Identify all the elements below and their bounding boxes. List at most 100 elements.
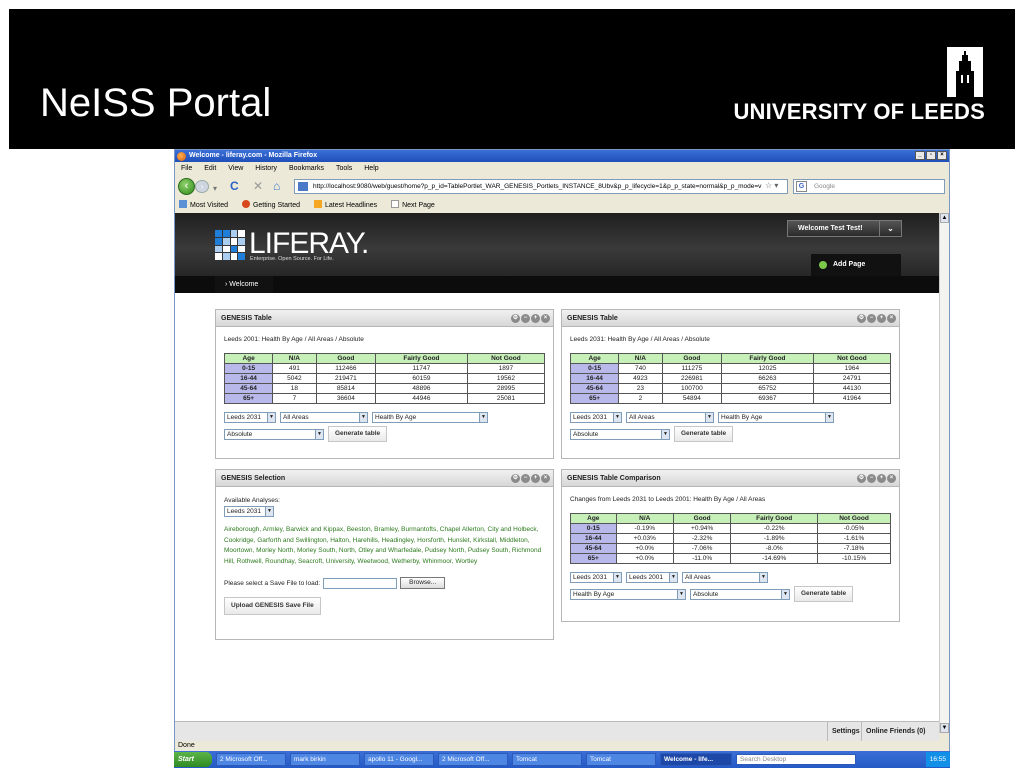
upload-save-file-button[interactable]: Upload GENESIS Save File	[224, 597, 321, 615]
minimize-icon[interactable]: −	[521, 314, 530, 323]
save-file-input[interactable]	[323, 577, 398, 589]
close-icon[interactable]: ×	[541, 314, 550, 323]
user-menu-button[interactable]: Welcome Test Test! ⌄	[787, 220, 902, 237]
scroll-down-arrow-icon[interactable]: ▼	[940, 723, 949, 733]
configure-icon[interactable]: ⚙	[857, 314, 866, 323]
forward-button[interactable]: ›	[195, 180, 209, 193]
stop-icon[interactable]: ✕	[253, 180, 263, 192]
year-select[interactable]: Leeds 2031 ▼	[570, 412, 622, 423]
close-icon[interactable]: ×	[887, 314, 896, 323]
menu-view[interactable]: View	[228, 165, 243, 172]
portlet-title-bar: GENESIS Table ⚙ − + ×	[562, 310, 899, 327]
close-icon[interactable]: ×	[887, 474, 896, 483]
add-icon	[819, 261, 827, 269]
taskbar-item[interactable]: mark birkin	[290, 753, 360, 766]
menu-history[interactable]: History	[255, 165, 277, 172]
liferay-header: LIFERAY. Enterprise. Open Source. For Li…	[175, 213, 939, 293]
measure-select[interactable]: Health By Age ▼	[718, 412, 834, 423]
taskbar-item-active[interactable]: Welcome - life...	[660, 753, 732, 766]
taskbar-item[interactable]: 2 Microsoft Off...	[438, 753, 508, 766]
type-select[interactable]: Absolute ▼	[224, 428, 324, 440]
maximize-icon[interactable]: +	[877, 474, 886, 483]
maximize-icon[interactable]: +	[531, 314, 540, 323]
history-dropdown-icon[interactable]: ▾	[213, 183, 217, 195]
year-select[interactable]: Leeds 2031 ▼	[224, 412, 276, 423]
type-select[interactable]: Absolute ▼	[690, 588, 790, 600]
genesis-selection-portlet: GENESIS Selection ⚙ − + × Available Analyse…	[215, 469, 554, 640]
table-cell: 48896	[375, 383, 468, 394]
window-titlebar: Welcome - liferay.com - Mozilla Firefox …	[175, 150, 949, 162]
table-cell: -14.69%	[730, 553, 819, 564]
generate-table-button[interactable]: Generate table	[674, 426, 734, 442]
taskbar-item[interactable]: 2 Microsoft Off...	[216, 753, 286, 766]
taskbar-item[interactable]: Tomcat	[512, 753, 582, 766]
desktop-search-input[interactable]: Search Desktop	[736, 754, 856, 765]
comparison-controls-2: Health By Age ▼ Absolute ▼ Generate table	[570, 586, 891, 602]
area-select[interactable]: All Areas ▼	[682, 572, 768, 583]
taskbar-item[interactable]: Tomcat	[586, 753, 656, 766]
back-button[interactable]: ‹	[178, 178, 195, 195]
portlet-body: Leeds 2031: Health By Age / All Areas / …	[562, 327, 899, 448]
select-value: Absolute	[573, 430, 599, 438]
menu-tools[interactable]: Tools	[336, 165, 352, 172]
row-header: 45-64	[223, 383, 274, 394]
maximize-icon[interactable]: +	[877, 314, 886, 323]
chevron-down-icon[interactable]: ⌄	[879, 221, 901, 236]
close-icon[interactable]: ×	[541, 474, 550, 483]
measure-select[interactable]: Health By Age ▼	[570, 588, 686, 600]
url-input[interactable]: http://localhost:9080/web/guest/home?p_p…	[294, 179, 788, 194]
configure-icon[interactable]: ⚙	[511, 474, 520, 483]
home-icon[interactable]: ⌂	[273, 180, 280, 192]
year-b-select[interactable]: Leeds 2001 ▼	[626, 572, 678, 583]
minimize-button[interactable]: _	[915, 151, 925, 160]
scroll-up-arrow-icon[interactable]: ▲	[940, 213, 949, 223]
table-header-row: Age N/A Good Fairly Good Not Good	[570, 513, 891, 524]
maximize-icon[interactable]: +	[531, 474, 540, 483]
portlet-title: GENESIS Selection	[221, 475, 286, 482]
portlet-title: GENESIS Table	[567, 315, 618, 322]
maximize-button[interactable]: ▫	[926, 151, 936, 160]
menu-edit[interactable]: Edit	[204, 165, 216, 172]
page-scrollbar[interactable]: ▲ ▼	[939, 213, 949, 733]
minimize-icon[interactable]: −	[867, 314, 876, 323]
menu-bookmarks[interactable]: Bookmarks	[289, 165, 324, 172]
generate-table-button[interactable]: Generate table	[794, 586, 854, 602]
generate-table-button[interactable]: Generate table	[328, 426, 388, 442]
minimize-icon[interactable]: −	[521, 474, 530, 483]
close-window-button[interactable]: ×	[937, 151, 947, 160]
taskbar-item[interactable]: apollo 11 - Googl...	[364, 753, 434, 766]
online-friends-link[interactable]: Online Friends (0)	[861, 722, 926, 742]
google-engine-icon[interactable]: G	[796, 181, 807, 192]
bookmark-next-page[interactable]: Next Page	[391, 200, 435, 209]
area-select[interactable]: All Areas ▼	[280, 412, 368, 423]
bookmark-getting-started[interactable]: Getting Started	[241, 200, 300, 209]
row-header: 0-15	[223, 363, 274, 374]
area-select[interactable]: All Areas ▼	[626, 412, 714, 423]
add-page-button[interactable]: Add Page	[811, 254, 901, 276]
browse-button[interactable]: Browse...	[400, 577, 446, 589]
bookmark-star-icon[interactable]: ☆ ▾	[765, 181, 778, 190]
measure-select[interactable]: Health By Age ▼	[372, 412, 488, 423]
reload-icon[interactable]: C	[230, 180, 239, 192]
bookmark-most-visited[interactable]: Most Visited	[179, 200, 228, 209]
bookmark-latest-headlines[interactable]: Latest Headlines	[314, 200, 377, 209]
area-links[interactable]: Aireborough, Armley, Barwick and Kippax,…	[224, 525, 545, 567]
menu-help[interactable]: Help	[364, 165, 378, 172]
table-cell: 85814	[315, 383, 377, 394]
minimize-icon[interactable]: −	[867, 474, 876, 483]
table-row: 16-44 4923 226981 66263 24791	[569, 373, 892, 384]
type-select[interactable]: Absolute ▼	[570, 428, 670, 440]
configure-icon[interactable]: ⚙	[511, 314, 520, 323]
year-a-select[interactable]: Leeds 2031 ▼	[570, 572, 622, 583]
comparison-controls: Leeds 2031 ▼ Leeds 2001 ▼ All Areas ▼	[570, 572, 891, 583]
table-description: Leeds 2001: Health By Age / All Areas / …	[224, 336, 364, 343]
tab-welcome[interactable]: › Welcome	[215, 276, 273, 293]
settings-link[interactable]: Settings	[827, 722, 860, 742]
start-button[interactable]: Start	[174, 752, 212, 767]
configure-icon[interactable]: ⚙	[857, 474, 866, 483]
search-input[interactable]: G Google	[793, 179, 945, 194]
menu-file[interactable]: File	[181, 165, 192, 172]
genesis-table-portlet-2: GENESIS Table ⚙ − + × Leeds 2031: Health By…	[561, 309, 900, 459]
table-cell: 19562	[466, 373, 546, 384]
analysis-select[interactable]: Leeds 2031 ▼	[224, 506, 274, 517]
